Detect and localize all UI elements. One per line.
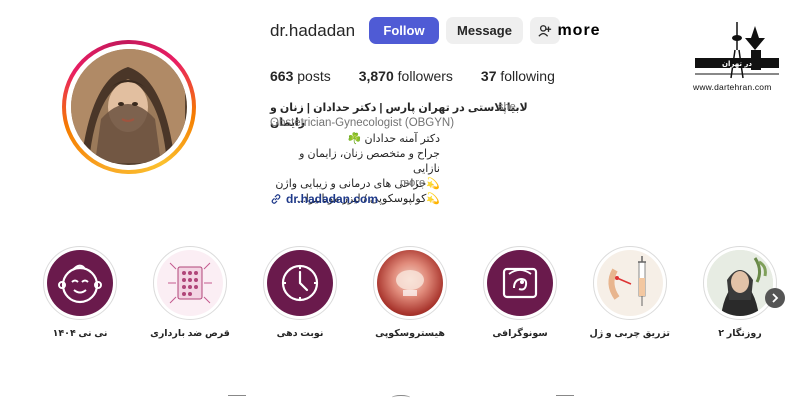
hysteroscopy-photo [396,270,424,296]
profile-link[interactable]: dr.hadadan.com [270,192,378,206]
highlight-ring[interactable] [703,246,777,320]
bio-line: جراح و متخصص زنان، زایمان و نازایی [299,148,440,175]
highlight-ring[interactable] [373,246,447,320]
highlight-cover [597,250,663,316]
highlight-ring[interactable] [263,246,337,320]
highlight-label: قرص ضد بارداری [150,328,230,339]
tagged-tab-icon[interactable] [556,395,574,400]
highlight-item[interactable]: سونوگرافی [480,246,560,339]
bio-line: دکتر آمنه حدادان ☘️ [347,133,440,145]
highlight-cover [707,250,773,316]
highlight-cover [267,250,333,316]
profile-stats: 663 posts 3,870 followers 37 following [270,68,555,84]
highlight-cover [487,250,553,316]
profile-avatar-frame [66,44,192,170]
story-highlights: نی نی ۱۴۰۴ قرص ضد بارداری نوبت دهی هیستر… [40,246,800,346]
highlight-ring[interactable] [593,246,667,320]
highlight-item[interactable]: نوبت دهی [260,246,340,339]
highlight-item[interactable]: قرص ضد بارداری [150,246,230,339]
highlight-cover [377,250,443,316]
pill-pack-icon [168,262,212,304]
highlight-label: روزنگار ۲ [718,328,762,339]
highlight-label: نوبت دهی [276,328,324,339]
highlight-cover [157,250,223,316]
following-stat[interactable]: 37 following [481,68,555,84]
profile-avatar-ring[interactable] [62,40,196,174]
profile-avatar[interactable] [71,49,187,165]
logo-brand-text: در تهران [722,60,752,68]
followers-stat[interactable]: 3,870 followers [359,68,453,84]
highlight-item[interactable]: هیستروسکوپی [370,246,450,339]
reels-tab-icon[interactable] [392,395,410,400]
portrait-photo [707,250,773,316]
clock-icon [281,264,319,302]
profile-link-text[interactable]: dr.hadadan.com [286,192,378,206]
highlight-label: هیستروسکوپی [375,328,445,339]
syringe-icon [608,256,646,306]
posts-tab-icon[interactable] [228,395,246,400]
highlight-label: سونوگرافی [492,328,548,339]
highlight-ring[interactable] [153,246,227,320]
avatar-portrait [71,49,185,163]
highlight-cover [47,250,113,316]
watermark-url: www.dartehran.com [693,82,772,92]
suggest-similar-button[interactable] [530,17,560,44]
profile-username: dr.hadadan [270,21,356,40]
link-icon [271,194,281,204]
category-label: Obstetrician-Gynecologist (OBGYN) [270,117,455,129]
baby-face-icon [58,264,102,304]
follow-button[interactable]: Follow [369,17,439,44]
highlight-ring[interactable] [43,246,117,320]
milad-tower-icon: در تهران [695,22,779,79]
highlight-label: تزریق چربی و ژل [589,328,670,339]
posts-stat: 663 posts [270,68,331,84]
pronoun-label: she [498,101,516,113]
chevron-right-icon [772,293,779,303]
add-person-icon [538,24,552,37]
bio-more-link[interactable]: more [400,177,425,189]
highlight-item[interactable]: نی نی ۱۴۰۴ [40,246,120,339]
more-options-button[interactable]: more [557,17,599,44]
message-button[interactable]: Message [446,17,523,44]
highlight-item[interactable]: تزریق چربی و ژل [589,246,670,339]
highlight-ring[interactable] [483,246,557,320]
ultrasound-icon [502,267,538,299]
highlights-next-button[interactable] [765,288,785,308]
highlight-label: نی نی ۱۴۰۴ [52,328,108,339]
